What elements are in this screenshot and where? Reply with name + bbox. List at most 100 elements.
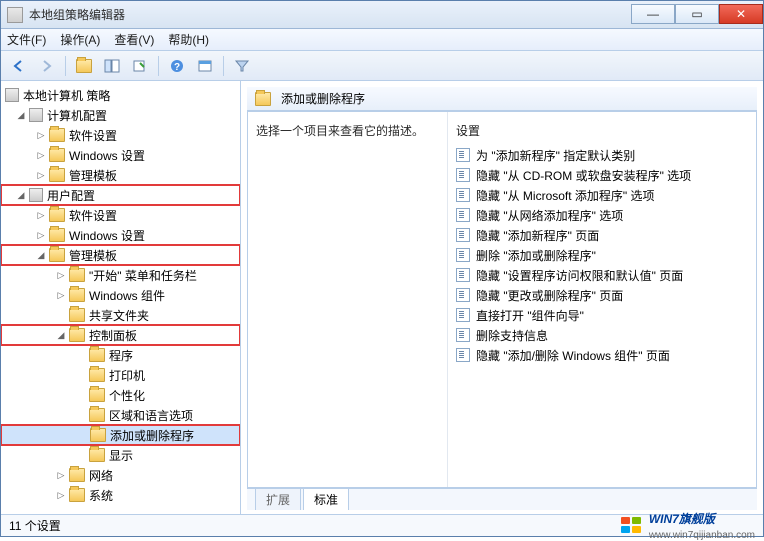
menu-view[interactable]: 查看(V) xyxy=(114,31,154,48)
computer-icon xyxy=(29,108,43,122)
up-folder-icon[interactable] xyxy=(72,55,96,77)
tree-control-panel[interactable]: ◢ 控制面板 xyxy=(1,325,240,345)
expand-icon[interactable]: ▷ xyxy=(35,149,47,161)
tree-user-config[interactable]: ◢ 用户配置 xyxy=(1,185,240,205)
expand-icon[interactable]: ▷ xyxy=(55,269,67,281)
policy-item-icon xyxy=(456,228,470,242)
right-header-title: 添加或删除程序 xyxy=(281,90,365,107)
collapse-icon[interactable]: ◢ xyxy=(15,109,27,121)
setting-item[interactable]: 隐藏 "从 CD-ROM 或软盘安装程序" 选项 xyxy=(452,165,752,185)
setting-item[interactable]: 直接打开 "组件向导" xyxy=(452,305,752,325)
expand-icon[interactable]: ▷ xyxy=(35,229,47,241)
setting-label: 隐藏 "从网络添加程序" 选项 xyxy=(476,207,623,224)
policy-item-icon xyxy=(456,168,470,182)
tree-personalization[interactable]: ▷ 个性化 xyxy=(1,385,240,405)
setting-item[interactable]: 删除 "添加或删除程序" xyxy=(452,245,752,265)
tree-uc-windows[interactable]: ▷ Windows 设置 xyxy=(1,225,240,245)
tree-uc-admin[interactable]: ◢ 管理模板 xyxy=(1,245,240,265)
setting-label: 隐藏 "添加/删除 Windows 组件" 页面 xyxy=(476,347,670,364)
tree-system[interactable]: ▷ 系统 xyxy=(1,485,240,505)
setting-item[interactable]: 为 "添加新程序" 指定默认类别 xyxy=(452,145,752,165)
export-list-icon[interactable] xyxy=(128,55,152,77)
settings-pane[interactable]: 设置 为 "添加新程序" 指定默认类别隐藏 "从 CD-ROM 或软盘安装程序"… xyxy=(448,112,756,487)
minimize-button[interactable]: — xyxy=(631,4,675,24)
tree-uc-software[interactable]: ▷ 软件设置 xyxy=(1,205,240,225)
brand-watermark: WIN7旗舰版 www.win7qijianban.com xyxy=(621,510,755,541)
filter-icon[interactable] xyxy=(230,55,254,77)
tab-extended[interactable]: 扩展 xyxy=(255,488,301,510)
setting-label: 隐藏 "从 Microsoft 添加程序" 选项 xyxy=(476,187,655,204)
tree-display[interactable]: ▷ 显示 xyxy=(1,445,240,465)
tree-cc-admin[interactable]: ▷ 管理模板 xyxy=(1,165,240,185)
tree-win-components[interactable]: ▷ Windows 组件 xyxy=(1,285,240,305)
tree-cc-software[interactable]: ▷ 软件设置 xyxy=(1,125,240,145)
settings-column-header[interactable]: 设置 xyxy=(452,120,752,145)
folder-icon xyxy=(89,388,105,402)
tree-computer-config[interactable]: ◢ 计算机配置 xyxy=(1,105,240,125)
tree-root[interactable]: 本地计算机 策略 xyxy=(1,85,240,105)
show-hide-tree-icon[interactable] xyxy=(100,55,124,77)
user-icon xyxy=(29,188,43,202)
folder-icon xyxy=(69,468,85,482)
setting-item[interactable]: 隐藏 "更改或删除程序" 页面 xyxy=(452,285,752,305)
tree-label: 共享文件夹 xyxy=(89,307,149,324)
tree-label: 系统 xyxy=(89,487,113,504)
status-count: 11 个设置 xyxy=(9,517,61,534)
tree-label: 网络 xyxy=(89,467,113,484)
tree-label: 打印机 xyxy=(109,367,145,384)
tree-cc-windows[interactable]: ▷ Windows 设置 xyxy=(1,145,240,165)
toolbar: ? xyxy=(1,51,763,81)
tab-standard[interactable]: 标准 xyxy=(303,488,349,510)
maximize-button[interactable]: ▭ xyxy=(675,4,719,24)
tree-label: 管理模板 xyxy=(69,247,117,264)
folder-icon xyxy=(89,368,105,382)
tree-pane[interactable]: 本地计算机 策略 ◢ 计算机配置 ▷ 软件设置 ▷ Windows 设置 ▷ 管… xyxy=(1,81,241,514)
expand-icon[interactable]: ▷ xyxy=(55,489,67,501)
help-icon[interactable]: ? xyxy=(165,55,189,77)
setting-item[interactable]: 隐藏 "从网络添加程序" 选项 xyxy=(452,205,752,225)
setting-item[interactable]: 隐藏 "从 Microsoft 添加程序" 选项 xyxy=(452,185,752,205)
tree-root-label: 本地计算机 策略 xyxy=(23,87,110,104)
collapse-icon[interactable]: ◢ xyxy=(55,329,67,341)
collapse-icon[interactable]: ◢ xyxy=(15,189,27,201)
setting-item[interactable]: 删除支持信息 xyxy=(452,325,752,345)
expand-icon[interactable]: ▷ xyxy=(55,469,67,481)
setting-item[interactable]: 隐藏 "添加/删除 Windows 组件" 页面 xyxy=(452,345,752,365)
statusbar: 11 个设置 WIN7旗舰版 www.win7qijianban.com xyxy=(1,514,763,536)
setting-item[interactable]: 隐藏 "添加新程序" 页面 xyxy=(452,225,752,245)
back-button[interactable] xyxy=(7,55,31,77)
setting-label: 隐藏 "设置程序访问权限和默认值" 页面 xyxy=(476,267,683,284)
close-button[interactable]: ✕ xyxy=(719,4,763,24)
menu-help[interactable]: 帮助(H) xyxy=(168,31,209,48)
menu-action[interactable]: 操作(A) xyxy=(60,31,100,48)
collapse-icon[interactable]: ◢ xyxy=(35,249,47,261)
tree-start-taskbar[interactable]: ▷ "开始" 菜单和任务栏 xyxy=(1,265,240,285)
menu-file[interactable]: 文件(F) xyxy=(7,31,46,48)
expand-icon[interactable]: ▷ xyxy=(55,289,67,301)
forward-button[interactable] xyxy=(35,55,59,77)
expand-icon[interactable]: ▷ xyxy=(35,169,47,181)
tree-network[interactable]: ▷ 网络 xyxy=(1,465,240,485)
tree-region-lang[interactable]: ▷ 区域和语言选项 xyxy=(1,405,240,425)
app-window: 本地组策略编辑器 — ▭ ✕ 文件(F) 操作(A) 查看(V) 帮助(H) ?… xyxy=(0,0,764,537)
content-area: 本地计算机 策略 ◢ 计算机配置 ▷ 软件设置 ▷ Windows 设置 ▷ 管… xyxy=(1,81,763,514)
tree-label: 用户配置 xyxy=(47,187,95,204)
tree-shared-folders[interactable]: ▷ 共享文件夹 xyxy=(1,305,240,325)
tree-label: Windows 设置 xyxy=(69,147,145,164)
expand-icon[interactable]: ▷ xyxy=(35,209,47,221)
tree-add-remove-programs[interactable]: ▷ 添加或删除程序 xyxy=(1,425,240,445)
folder-icon xyxy=(49,208,65,222)
tree-label: 程序 xyxy=(109,347,133,364)
setting-label: 为 "添加新程序" 指定默认类别 xyxy=(476,147,635,164)
tree-label: 软件设置 xyxy=(69,127,117,144)
tree-printers[interactable]: ▷ 打印机 xyxy=(1,365,240,385)
policy-item-icon xyxy=(456,288,470,302)
right-pane: 添加或删除程序 选择一个项目来查看它的描述。 设置 为 "添加新程序" 指定默认… xyxy=(241,81,763,514)
tree-programs[interactable]: ▷ 程序 xyxy=(1,345,240,365)
folder-icon xyxy=(49,228,65,242)
expand-icon[interactable]: ▷ xyxy=(35,129,47,141)
properties-icon[interactable] xyxy=(193,55,217,77)
menubar: 文件(F) 操作(A) 查看(V) 帮助(H) xyxy=(1,29,763,51)
folder-icon xyxy=(49,128,65,142)
setting-item[interactable]: 隐藏 "设置程序访问权限和默认值" 页面 xyxy=(452,265,752,285)
